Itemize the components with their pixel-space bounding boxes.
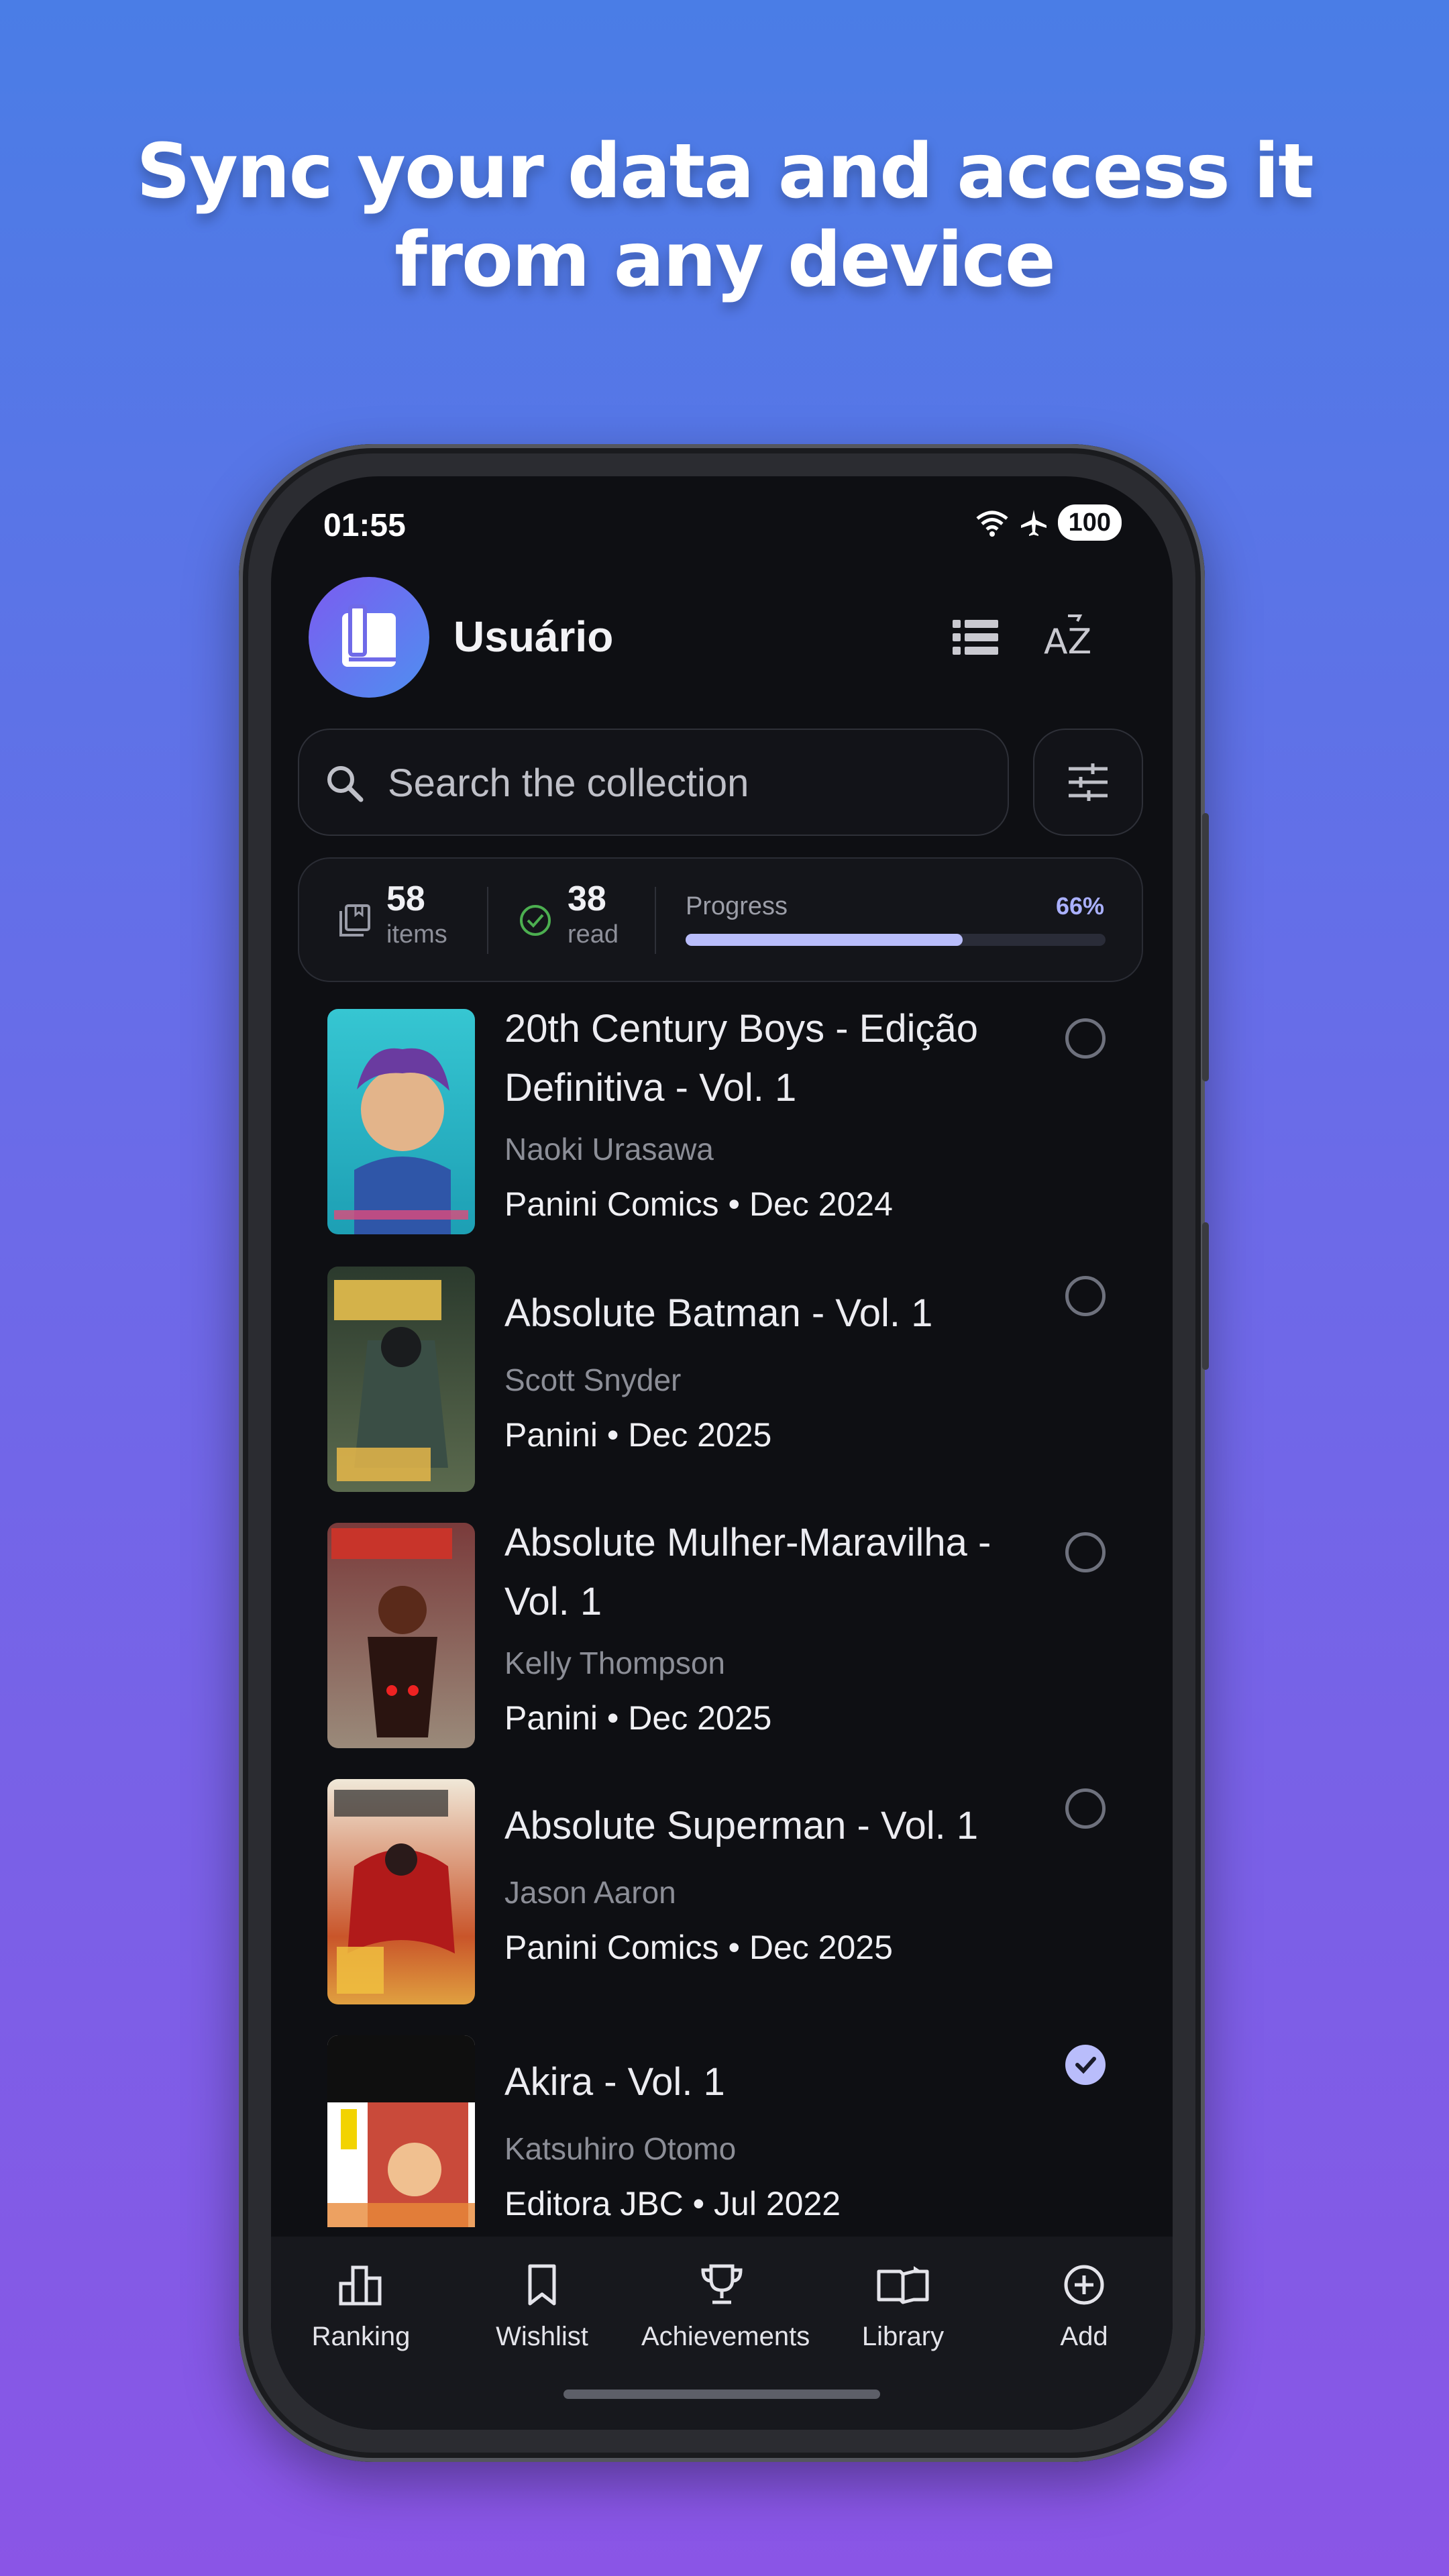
read-check-icon [520, 905, 551, 936]
book-author: Kelly Thompson [504, 1646, 725, 1680]
read-toggle[interactable] [1065, 1788, 1106, 1829]
nav-add[interactable]: Add [1004, 2263, 1165, 2352]
filter-button[interactable] [1033, 729, 1143, 836]
stat-items: 58 items [386, 879, 447, 950]
headline-line-2: from any device [394, 217, 1056, 304]
tune-icon [1069, 763, 1108, 801]
book-publisher-date: Panini Comics • Dec 2024 [504, 1185, 893, 1223]
search-placeholder: Search the collection [388, 761, 749, 805]
sort-az-icon: AZ [1044, 614, 1091, 662]
cover-art [327, 2035, 475, 2227]
headline: Sync your data and access it from any de… [0, 127, 1449, 305]
bookmark-icon [528, 2264, 556, 2306]
list-item[interactable]: Absolute Superman - Vol. 1 Jason Aaron P… [271, 1770, 1173, 2025]
stats-card: 58 items 38 read Progress 66% [298, 857, 1143, 982]
status-icons: 100 [975, 504, 1122, 541]
book-logo-icon [342, 604, 396, 667]
book-title: Absolute Batman - Vol. 1 [504, 1291, 933, 1335]
phone-side-button-upper [1202, 813, 1209, 1081]
book-author: Scott Snyder [504, 1362, 682, 1397]
book-title: 20th Century Boys - Edição Definitiva - … [504, 1007, 979, 1110]
progress-label: Progress [686, 892, 788, 920]
app-bar: Usuário AZ [271, 577, 1173, 698]
stat-items-label: items [386, 920, 447, 949]
book-cover [327, 1779, 475, 2004]
battery-badge: 100 [1057, 504, 1122, 541]
nav-label: Ranking [311, 2322, 411, 2351]
book-cover [327, 1267, 475, 1492]
checkmark-icon [1075, 2057, 1096, 2074]
wifi-icon [976, 511, 1008, 537]
read-toggle[interactable] [1065, 1532, 1106, 1572]
phone-side-button-lower [1202, 1222, 1209, 1370]
book-title: Absolute Superman - Vol. 1 [504, 1804, 979, 1847]
nav-achievements[interactable]: Achievements [641, 2263, 810, 2352]
list-view-button[interactable] [942, 604, 1009, 671]
read-toggle[interactable] [1065, 1018, 1106, 1059]
stat-read: 38 read [568, 879, 619, 950]
book-publisher-date: Panini • Dec 2025 [504, 1416, 772, 1454]
list-item[interactable]: Absolute Mulher-Maravilha - Vol. 1 Kelly… [271, 1513, 1173, 1768]
sort-az-label: AZ [1044, 622, 1091, 662]
open-book-icon [877, 2266, 929, 2304]
cover-art [334, 1280, 448, 1481]
nav-label: Achievements [641, 2322, 810, 2351]
user-name: Usuário [453, 612, 614, 661]
nav-label: Add [1060, 2322, 1108, 2351]
nav-label: Wishlist [496, 2322, 588, 2351]
stat-read-label: read [568, 920, 619, 949]
trophy-icon [701, 2264, 743, 2304]
book-publisher-date: Panini • Dec 2025 [504, 1699, 772, 1737]
stat-items-count: 58 [386, 879, 425, 918]
read-toggle[interactable] [1065, 2045, 1106, 2085]
list-item[interactable]: 20th Century Boys - Edição Definitiva - … [271, 1000, 1173, 1254]
cover-art [331, 1528, 452, 1737]
search-input[interactable]: Search the collection [298, 729, 1009, 836]
stats-divider-1 [487, 887, 488, 954]
book-author: Katsuhiro Otomo [504, 2131, 737, 2166]
list-view-icon [953, 620, 998, 655]
list-item[interactable]: Absolute Batman - Vol. 1 Scott Snyder Pa… [271, 1257, 1173, 1512]
plus-circle-icon [1064, 2265, 1104, 2305]
book-author: Jason Aaron [504, 1875, 676, 1910]
nav-ranking[interactable]: Ranking [280, 2263, 441, 2352]
progress-bar [686, 934, 1106, 946]
progress-bar-fill [686, 934, 963, 946]
stats-divider-2 [655, 887, 656, 954]
headline-line-1: Sync your data and access it [136, 128, 1314, 215]
search-icon [327, 766, 364, 802]
phone-frame: 01:55 100 Usuário AZ Search the collecti… [239, 444, 1209, 2462]
read-toggle[interactable] [1065, 1276, 1106, 1316]
book-title: Akira - Vol. 1 [504, 2060, 725, 2104]
airplane-icon [1020, 510, 1046, 536]
progress-percent: 66% [1055, 892, 1104, 920]
collection-icon [339, 904, 370, 936]
sort-button[interactable]: AZ [1037, 604, 1104, 671]
home-indicator[interactable] [564, 2390, 880, 2399]
book-author: Naoki Urasawa [504, 1132, 714, 1167]
cover-art [334, 1048, 468, 1234]
app-screen: 01:55 100 Usuário AZ Search the collecti… [271, 476, 1173, 2430]
avatar[interactable] [309, 577, 429, 698]
cover-art [334, 1790, 455, 1994]
book-publisher-date: Panini Comics • Dec 2025 [504, 1929, 893, 1966]
book-cover [327, 2035, 475, 2227]
list-item[interactable]: Akira - Vol. 1 Katsuhiro Otomo Editora J… [271, 2026, 1173, 2227]
nav-library[interactable]: Library [822, 2263, 983, 2352]
book-cover [327, 1009, 475, 1234]
bar-chart-icon [339, 2265, 382, 2306]
nav-wishlist[interactable]: Wishlist [462, 2263, 623, 2352]
status-bar: 01:55 100 [271, 476, 1173, 557]
nav-label: Library [861, 2322, 945, 2351]
book-title: Absolute Mulher-Maravilha - Vol. 1 [504, 1521, 991, 1623]
bottom-nav: Ranking Wishlist Achievements Library Ad… [271, 2237, 1173, 2430]
status-time: 01:55 [323, 508, 406, 543]
book-publisher-date: Editora JBC • Jul 2022 [504, 2185, 841, 2222]
book-cover [327, 1523, 475, 1748]
stat-read-count: 38 [568, 879, 606, 918]
collection-list: 20th Century Boys - Edição Definitiva - … [271, 1000, 1173, 2227]
